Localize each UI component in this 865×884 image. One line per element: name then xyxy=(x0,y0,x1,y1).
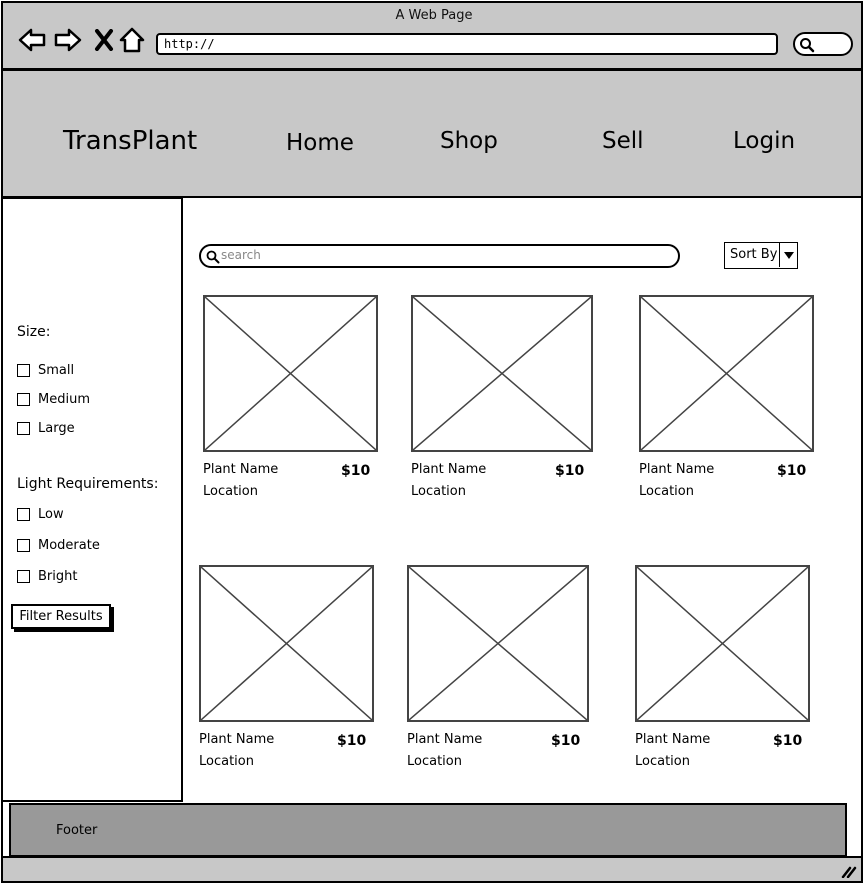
checkbox-label: Medium xyxy=(38,392,90,407)
search-placeholder: search xyxy=(221,248,261,262)
search-icon xyxy=(800,38,815,53)
sort-label: Sort By xyxy=(730,247,778,262)
nav-shop[interactable]: Shop xyxy=(440,128,498,154)
checkbox[interactable] xyxy=(17,422,30,435)
product-price: $10 xyxy=(773,733,803,749)
product-image-placeholder[interactable] xyxy=(635,565,810,722)
checkbox[interactable] xyxy=(17,364,30,377)
product-location: Location xyxy=(203,484,258,499)
checkbox-label: Moderate xyxy=(38,538,100,553)
checkbox[interactable] xyxy=(17,508,30,521)
product-location: Location xyxy=(199,754,254,769)
product-name[interactable]: Plant Name xyxy=(411,462,486,477)
product-price: $10 xyxy=(777,463,807,479)
product-price: $10 xyxy=(337,733,367,749)
nav-sell[interactable]: Sell xyxy=(602,128,644,154)
search-icon xyxy=(206,250,220,264)
size-option-large[interactable]: Large xyxy=(17,421,75,436)
product-location: Location xyxy=(407,754,462,769)
browser-search-field[interactable] xyxy=(793,32,853,56)
home-icon[interactable] xyxy=(117,25,147,55)
checkbox-label: Low xyxy=(38,507,64,522)
resize-grip-icon[interactable] xyxy=(841,864,857,878)
footer-label: Footer xyxy=(56,823,98,838)
site-footer: Footer xyxy=(9,803,847,857)
product-name[interactable]: Plant Name xyxy=(639,462,714,477)
window-title: A Web Page xyxy=(395,8,473,23)
product-image-placeholder[interactable] xyxy=(411,295,593,452)
product-name[interactable]: Plant Name xyxy=(203,462,278,477)
checkbox-label: Small xyxy=(38,363,75,378)
checkbox-label: Large xyxy=(38,421,75,436)
product-price: $10 xyxy=(555,463,585,479)
product-image-placeholder[interactable] xyxy=(203,295,378,452)
product-name[interactable]: Plant Name xyxy=(199,732,274,747)
back-arrow-icon[interactable] xyxy=(17,25,47,55)
product-name[interactable]: Plant Name xyxy=(635,732,710,747)
filter-sidebar: Size: Small Medium Large Light Requireme… xyxy=(1,197,183,802)
light-option-moderate[interactable]: Moderate xyxy=(17,538,100,553)
size-heading: Size: xyxy=(17,324,51,340)
nav-home[interactable]: Home xyxy=(286,130,354,156)
browser-toolbar: A Web Page http:// xyxy=(1,1,863,70)
product-image-placeholder[interactable] xyxy=(199,565,374,722)
light-option-low[interactable]: Low xyxy=(17,507,64,522)
chevron-down-icon[interactable] xyxy=(779,243,797,267)
size-option-small[interactable]: Small xyxy=(17,363,74,378)
checkbox[interactable] xyxy=(17,539,30,552)
product-location: Location xyxy=(635,754,690,769)
product-location: Location xyxy=(639,484,694,499)
browser-status-bar xyxy=(1,856,863,883)
site-header: TransPlant Home Shop Sell Login xyxy=(1,69,863,198)
size-option-medium[interactable]: Medium xyxy=(17,392,90,407)
product-image-placeholder[interactable] xyxy=(639,295,814,452)
product-image-placeholder[interactable] xyxy=(407,565,589,722)
product-name[interactable]: Plant Name xyxy=(407,732,482,747)
product-price: $10 xyxy=(551,733,581,749)
filter-results-button[interactable]: Filter Results xyxy=(11,604,111,629)
product-search-input[interactable]: search xyxy=(199,244,680,268)
nav-login[interactable]: Login xyxy=(733,128,795,154)
close-x-icon[interactable] xyxy=(89,25,119,55)
brand-logo[interactable]: TransPlant xyxy=(63,126,197,156)
light-heading: Light Requirements: xyxy=(17,476,159,492)
light-option-bright[interactable]: Bright xyxy=(17,569,77,584)
forward-arrow-icon[interactable] xyxy=(53,25,83,55)
checkbox[interactable] xyxy=(17,393,30,406)
checkbox-label: Bright xyxy=(38,569,78,584)
address-bar[interactable]: http:// xyxy=(156,33,778,55)
product-price: $10 xyxy=(341,463,371,479)
product-location: Location xyxy=(411,484,466,499)
sort-by-dropdown[interactable]: Sort By xyxy=(724,242,798,269)
checkbox[interactable] xyxy=(17,570,30,583)
